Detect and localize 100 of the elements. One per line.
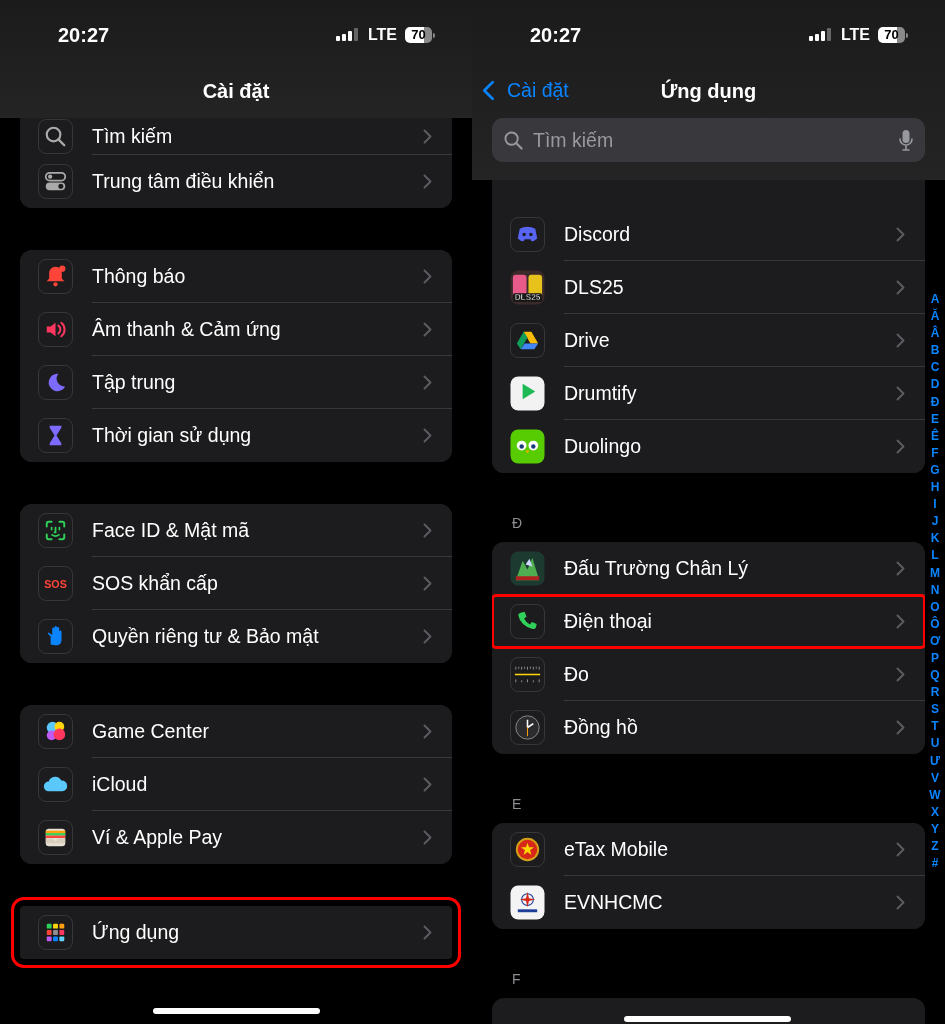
index-letter[interactable]: Ô: [930, 615, 940, 633]
chevron-icon: [896, 439, 905, 454]
section-header: E: [512, 796, 522, 812]
index-letter[interactable]: C: [930, 359, 940, 377]
list-item[interactable]: Đo: [492, 648, 925, 701]
chevron-icon: [896, 332, 905, 348]
emblem-icon: [510, 832, 545, 867]
index-letter[interactable]: R: [930, 684, 940, 702]
triangle-logo-icon: [510, 323, 545, 358]
index-letter[interactable]: H: [930, 479, 940, 497]
bubbles-icon: [38, 714, 73, 749]
chevron-icon: [896, 279, 905, 295]
index-letter[interactable]: V: [931, 769, 939, 787]
chevron-icon: [423, 128, 432, 144]
list-item[interactable]: Điện thoại: [492, 595, 925, 648]
sos-logo: SOS: [38, 566, 73, 601]
screen-title: Ứng dụng: [660, 79, 757, 103]
list-item[interactable]: Face ID & Mật mã: [20, 504, 452, 557]
game-art-icon: [510, 551, 545, 586]
face-scan-icon: [38, 513, 73, 548]
index-letter[interactable]: I: [933, 496, 937, 514]
toggle-switches-icon: [38, 164, 73, 199]
chevron-icon: [896, 841, 905, 857]
chevron-icon: [423, 174, 432, 189]
search-bar[interactable]: Tìm kiếm: [492, 118, 925, 162]
signal-icon: [808, 28, 833, 42]
chevron-icon: [896, 720, 905, 735]
index-letter[interactable]: E: [931, 410, 939, 428]
chevron-icon: [423, 925, 432, 940]
index-letter[interactable]: Y: [931, 820, 939, 838]
index-letter[interactable]: Ă: [930, 308, 940, 326]
signal-icon: [335, 28, 360, 42]
index-letter[interactable]: Ơ: [929, 632, 941, 650]
index-letter[interactable]: F: [931, 444, 939, 462]
list-item[interactable]: Game Center: [20, 705, 452, 758]
network-type: LTE: [367, 26, 397, 44]
index-letter[interactable]: Ê: [931, 427, 939, 445]
index-letter[interactable]: J: [931, 513, 939, 531]
search-icon: [38, 119, 73, 154]
index-letter[interactable]: N: [930, 581, 940, 599]
section-header: F: [512, 971, 521, 987]
index-letter[interactable]: Ư: [930, 752, 940, 770]
battery-indicator: 70: [405, 27, 435, 43]
index-letter[interactable]: W: [929, 786, 941, 804]
play-icon: [510, 376, 545, 411]
chevron-icon: [896, 666, 905, 682]
hourglass-icon: [38, 418, 73, 453]
chevron-icon: [423, 575, 432, 591]
game-controller-icon: [510, 217, 545, 252]
hand-icon: [38, 619, 73, 654]
microphone-icon[interactable]: [899, 129, 913, 151]
speaker-icon: [38, 312, 73, 347]
index-letter[interactable]: S: [931, 701, 939, 719]
index-letter[interactable]: D: [930, 376, 940, 394]
ruler-icon: [510, 657, 545, 692]
bell-icon: [38, 259, 73, 294]
chevron-icon: [896, 226, 905, 242]
clock-icon: [510, 710, 545, 745]
index-letter[interactable]: B: [930, 342, 940, 360]
app-grid-icon: [38, 915, 73, 950]
moon-icon: [38, 365, 73, 400]
owl-icon: [510, 429, 545, 464]
chevron-icon: [423, 522, 432, 538]
search-input[interactable]: Tìm kiếm: [533, 128, 889, 152]
back-chevron-icon: [482, 80, 495, 101]
index-letter[interactable]: T: [931, 718, 939, 736]
chevron-icon: [423, 268, 432, 284]
chevron-icon: [423, 428, 432, 443]
chevron-icon: [423, 321, 432, 337]
network-type: LTE: [840, 26, 870, 44]
index-letter[interactable]: Đ: [930, 393, 940, 411]
status-time: 20:27: [58, 23, 110, 47]
phone-icon: [510, 604, 545, 639]
section-header: Đ: [512, 515, 523, 531]
index-letter[interactable]: U: [930, 735, 940, 753]
index-letter[interactable]: M: [930, 564, 940, 582]
index-letter[interactable]: L: [931, 547, 939, 565]
chevron-icon: [896, 385, 905, 401]
index-letter[interactable]: Â: [930, 325, 940, 343]
back-button[interactable]: Cài đặt: [482, 79, 569, 102]
list-item[interactable]: eTax Mobile: [492, 823, 925, 876]
index-letter[interactable]: G: [930, 461, 940, 480]
search-icon: [504, 130, 523, 150]
chevron-icon: [423, 830, 432, 845]
wallet-icon: [38, 820, 73, 855]
index-letter[interactable]: A: [930, 291, 940, 309]
index-letter[interactable]: K: [930, 530, 940, 548]
index-letter[interactable]: Z: [931, 838, 939, 856]
index-letter[interactable]: X: [931, 803, 939, 821]
list-item[interactable]: Thông báo: [20, 250, 452, 303]
index-letter[interactable]: #: [931, 855, 939, 873]
list-item[interactable]: Đấu Trường Chân Lý: [492, 542, 925, 595]
chevron-icon: [423, 776, 432, 792]
chevron-icon: [423, 629, 432, 644]
status-time: 20:27: [530, 23, 582, 47]
chevron-icon: [423, 374, 432, 390]
index-letter[interactable]: P: [931, 649, 939, 668]
index-letter[interactable]: Q: [930, 667, 940, 685]
cloud-icon: [38, 767, 73, 802]
index-letter[interactable]: O: [930, 598, 940, 616]
